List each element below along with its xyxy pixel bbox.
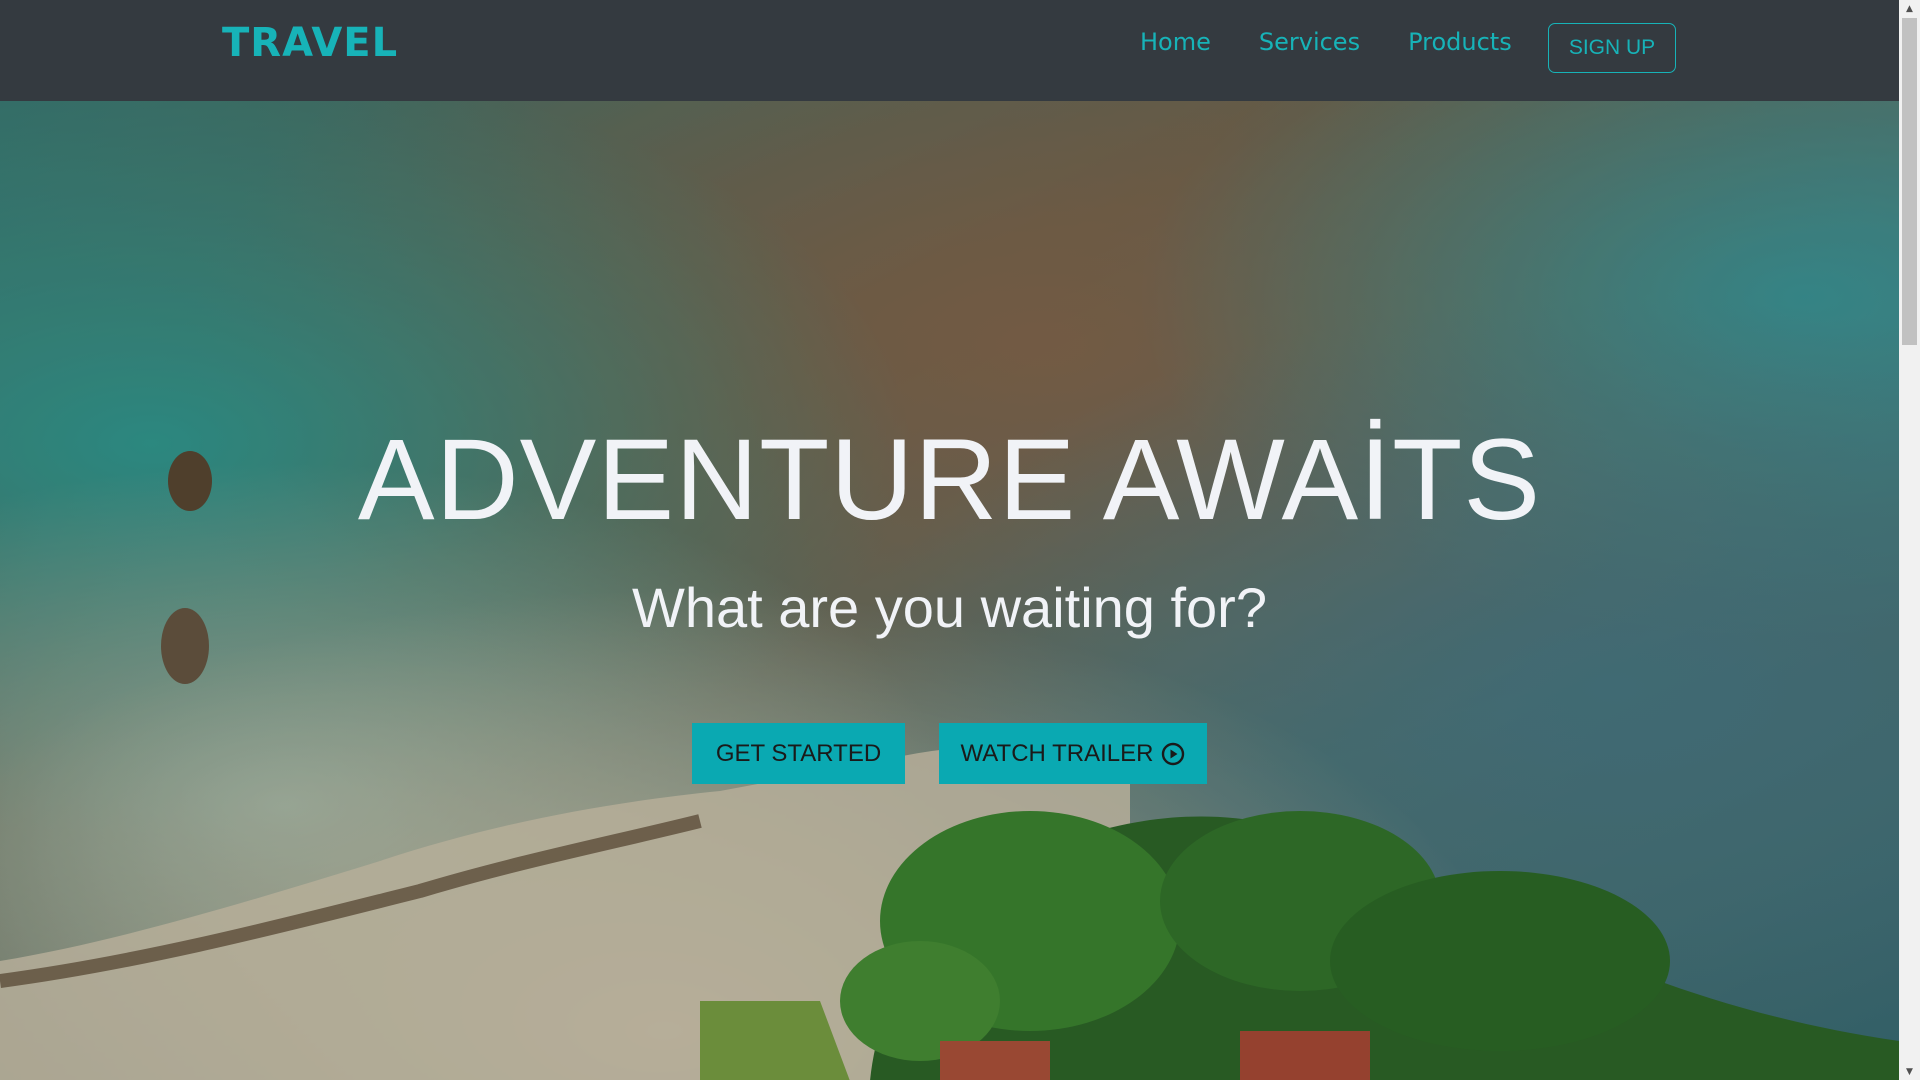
get-started-label: GET STARTED [715,739,882,767]
hero-title: ADVENTURE AWAİTS [357,416,1542,544]
get-started-button[interactable]: GET STARTED [692,723,905,784]
nav-link-products[interactable]: Products [1408,28,1512,56]
page: TRAVEL Home Services Products SIGN UP AD… [0,0,1920,1080]
vertical-scrollbar[interactable]: ▲ ▼ [1899,0,1920,1080]
signup-button[interactable]: SIGN UP [1548,23,1676,73]
scroll-down-arrow-icon[interactable]: ▼ [1899,1063,1920,1080]
watch-trailer-button[interactable]: WATCH TRAILER [939,723,1207,784]
nav-link-home[interactable]: Home [1140,28,1211,56]
scrollbar-thumb[interactable] [1902,18,1917,345]
nav-links: Home Services Products [1140,28,1512,56]
brand-logo[interactable]: TRAVEL [222,20,398,66]
nav-link-services[interactable]: Services [1259,28,1360,56]
hero-section: ADVENTURE AWAİTS What are you waiting fo… [0,101,1899,1080]
navbar: TRAVEL Home Services Products SIGN UP [0,0,1899,101]
play-circle-icon [1161,742,1185,766]
watch-trailer-label: WATCH TRAILER [960,739,1154,767]
scroll-up-arrow-icon[interactable]: ▲ [1899,0,1920,17]
hero-subtitle: What are you waiting for? [632,576,1267,639]
